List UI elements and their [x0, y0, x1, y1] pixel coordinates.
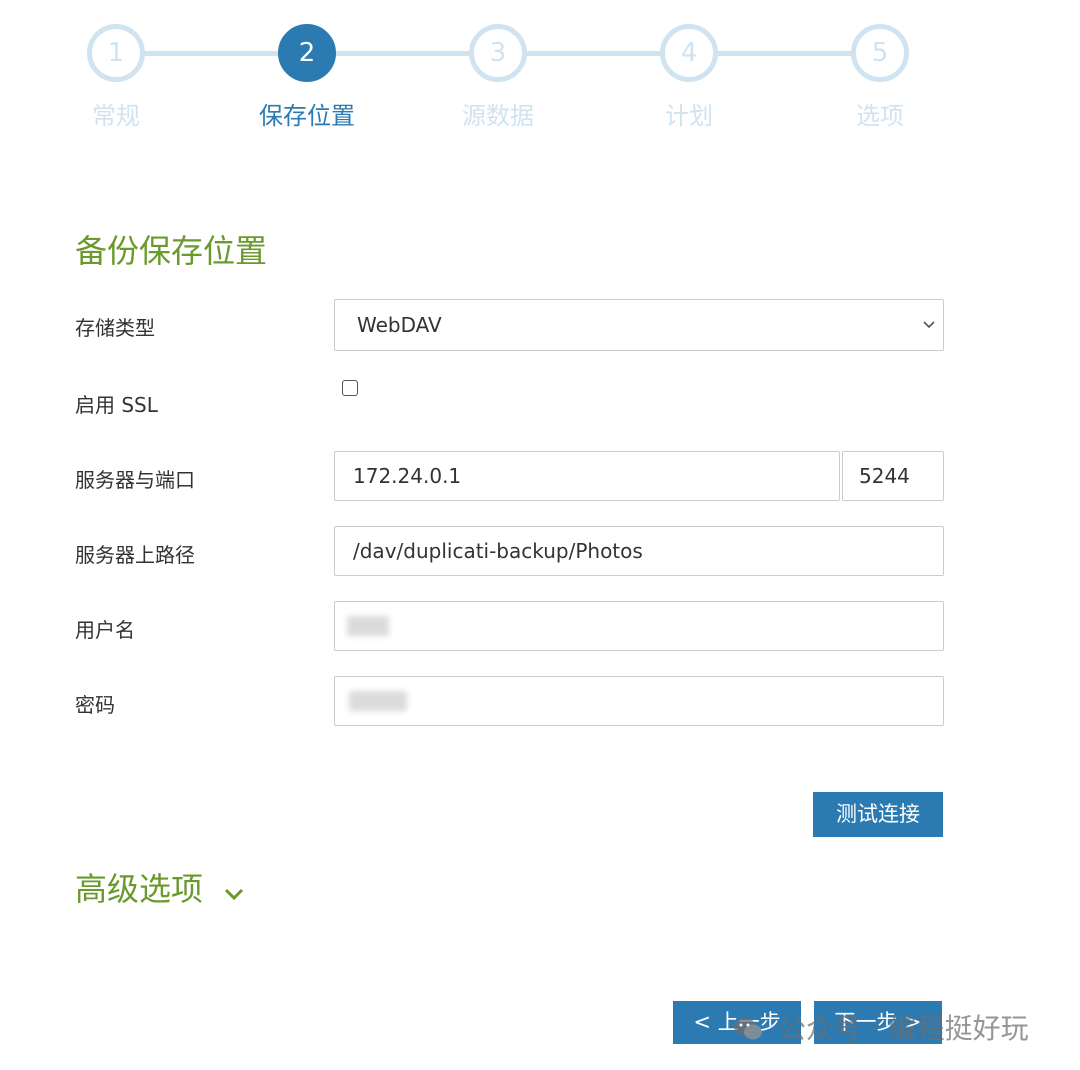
- step-4-label[interactable]: 计划: [609, 96, 769, 131]
- step-1-circle[interactable]: 1: [87, 24, 145, 82]
- password-label: 密码: [75, 693, 115, 717]
- redacted-username: [347, 616, 389, 636]
- advanced-options-toggle[interactable]: 高级选项: [75, 864, 245, 910]
- step-connector: [526, 51, 662, 56]
- step-connector: [717, 51, 853, 56]
- advanced-options-label: 高级选项: [75, 870, 204, 908]
- port-input[interactable]: 5244: [842, 451, 944, 501]
- step-2-label[interactable]: 保存位置: [227, 96, 387, 131]
- step-3-circle[interactable]: 3: [469, 24, 527, 82]
- storage-type-label: 存储类型: [75, 316, 155, 340]
- step-4-circle[interactable]: 4: [660, 24, 718, 82]
- watermark: 公众号 · 编程挺好玩: [733, 1007, 1029, 1049]
- username-input[interactable]: [334, 601, 944, 651]
- redacted-password: [349, 691, 407, 711]
- storage-type-select[interactable]: WebDAV: [334, 299, 944, 351]
- server-port-label: 服务器与端口: [75, 468, 195, 492]
- wechat-icon: [733, 1016, 763, 1049]
- section-title: 备份保存位置: [75, 232, 268, 270]
- ssl-checkbox[interactable]: [342, 380, 358, 396]
- chevron-down-icon: [223, 872, 245, 910]
- server-path-label: 服务器上路径: [75, 543, 195, 567]
- ssl-label: 启用 SSL: [75, 393, 158, 417]
- server-path-input[interactable]: /dav/duplicati-backup/Photos: [334, 526, 944, 576]
- chevron-down-icon: [923, 300, 935, 371]
- step-1-label[interactable]: 常规: [36, 96, 196, 131]
- step-connector: [144, 51, 280, 56]
- username-label: 用户名: [75, 618, 135, 642]
- password-input[interactable]: [334, 676, 944, 726]
- step-connector: [335, 51, 471, 56]
- step-5-label[interactable]: 选项: [800, 96, 960, 131]
- server-input[interactable]: 172.24.0.1: [334, 451, 840, 501]
- test-connection-button[interactable]: 测试连接: [813, 792, 943, 837]
- watermark-text: 公众号 · 编程挺好玩: [777, 1012, 1029, 1045]
- step-5-circle[interactable]: 5: [851, 24, 909, 82]
- step-3-label[interactable]: 源数据: [418, 96, 578, 131]
- storage-type-value: WebDAV: [357, 313, 442, 337]
- wizard-stepper: 1 2 3 4 5 常规 保存位置 源数据 计划 选项: [0, 0, 1080, 150]
- step-2-circle[interactable]: 2: [278, 24, 336, 82]
